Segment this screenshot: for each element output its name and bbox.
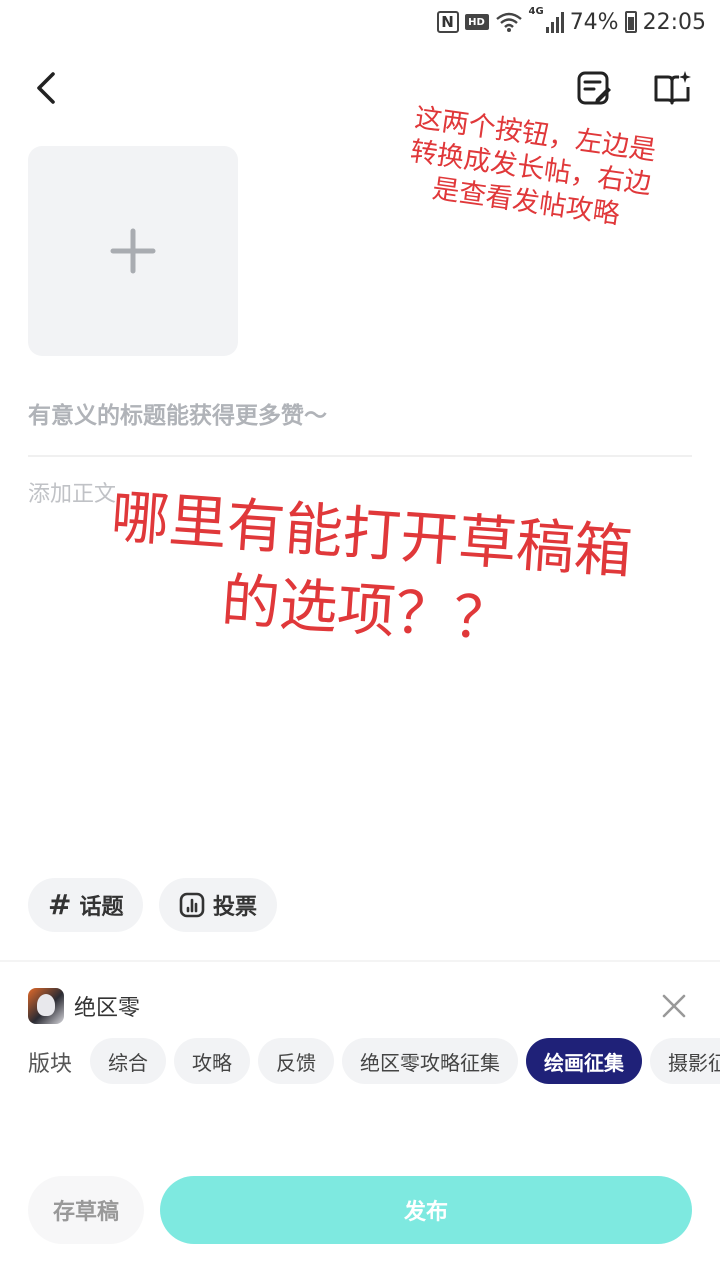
board-tag-list: 综合攻略反馈绝区零攻略征集绘画征集摄影征集 <box>90 1038 720 1084</box>
board-tag[interactable]: 综合 <box>90 1038 166 1084</box>
topic-label: 话题 <box>79 895 124 920</box>
open-book-sparkle-icon <box>654 71 691 105</box>
vote-chip[interactable]: 投票 <box>159 878 278 932</box>
title-input[interactable]: 有意义的标题能获得更多赞～ <box>28 390 692 436</box>
publish-button[interactable]: 发布 <box>160 1176 692 1244</box>
board-tag-selected[interactable]: 绘画征集 <box>526 1038 642 1084</box>
game-selector[interactable]: 绝区零 <box>28 986 140 1026</box>
vote-label: 投票 <box>213 895 258 920</box>
posting-guide-button[interactable] <box>650 66 694 110</box>
close-icon <box>662 994 686 1018</box>
board-tag[interactable]: 反馈 <box>258 1038 334 1084</box>
vote-icon <box>179 892 205 918</box>
board-tag[interactable]: 绝区零攻略征集 <box>342 1038 518 1084</box>
note-edit-icon <box>577 71 611 105</box>
wifi-icon <box>495 12 522 32</box>
section-divider <box>0 960 720 962</box>
save-draft-button[interactable]: 存草稿 <box>28 1176 144 1244</box>
chevron-left-icon <box>37 72 55 104</box>
back-button[interactable] <box>24 64 68 112</box>
board-tag[interactable]: 攻略 <box>174 1038 250 1084</box>
convert-long-post-button[interactable] <box>572 66 616 110</box>
hash-icon: # <box>48 888 72 921</box>
battery-icon <box>624 11 637 33</box>
signal-icon <box>545 12 564 33</box>
network-type: 4G <box>528 6 544 17</box>
add-image-button[interactable] <box>28 146 238 356</box>
board-tag[interactable]: 摄影征集 <box>650 1038 720 1084</box>
title-divider <box>28 455 692 457</box>
annotation-note-buttons: 这两个按钮，左边是转换成发长帖，右边是查看发帖攻略 <box>408 102 658 231</box>
plus-icon <box>110 228 156 274</box>
topic-chip[interactable]: # 话题 <box>28 878 144 932</box>
remove-game-button[interactable] <box>658 990 690 1022</box>
hd-icon: HD <box>464 14 489 30</box>
clock: 22:05 <box>642 9 706 35</box>
board-label: 版块 <box>28 1052 73 1077</box>
game-avatar-icon <box>28 988 64 1024</box>
status-bar: N HD 4G 74% 22:05 <box>0 0 720 44</box>
nfc-icon: N <box>436 11 459 33</box>
battery-percent: 74% <box>569 9 619 35</box>
game-name: 绝区零 <box>74 996 141 1021</box>
status-icons: N HD 4G 74% 22:05 <box>436 6 706 38</box>
